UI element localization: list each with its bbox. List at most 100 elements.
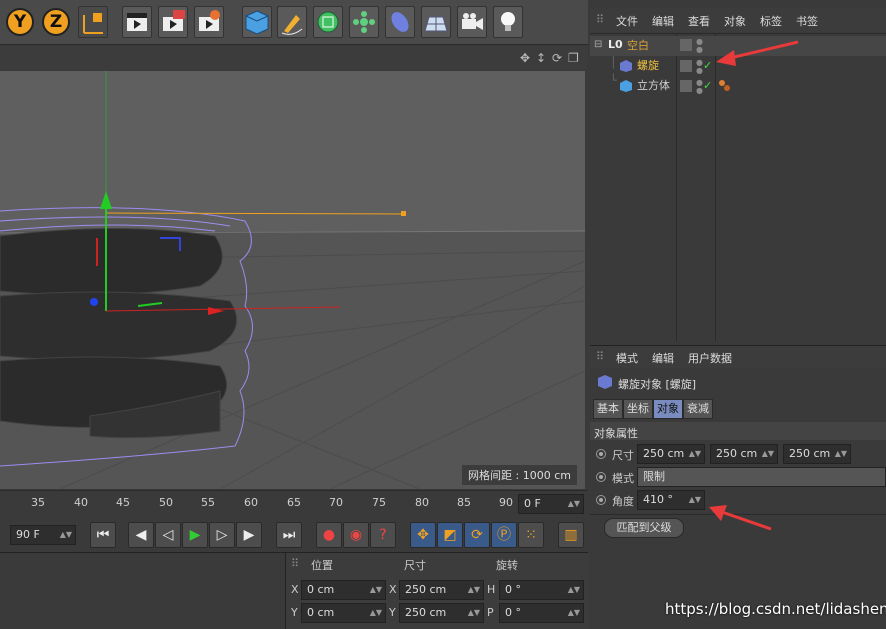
menu-mode[interactable]: 模式	[616, 350, 638, 366]
render-view-button[interactable]	[122, 6, 152, 38]
previous-frame-button[interactable]: ◁	[155, 522, 181, 548]
camera-icon	[462, 13, 483, 30]
render-viewer-icon	[163, 10, 185, 31]
rotate-view-icon[interactable]: ⟳	[552, 51, 562, 65]
deformer-icon	[391, 12, 409, 32]
toggle-view-icon[interactable]: ❐	[568, 51, 579, 65]
menu-edit[interactable]: 编辑	[652, 350, 674, 366]
menu-view[interactable]: 查看	[688, 13, 710, 29]
animate-mode-radio[interactable]	[596, 472, 606, 482]
position-header: 位置	[311, 559, 333, 572]
position-y-value: 0 cm	[307, 606, 335, 619]
record-keys-button[interactable]: ●	[316, 522, 342, 548]
position-y-field[interactable]: 0 cm ▲▼	[301, 603, 386, 623]
position-x-field[interactable]: 0 cm ▲▼	[301, 580, 386, 600]
end-frame-field[interactable]: 90 F ▲▼	[10, 525, 76, 545]
material-tag-icon[interactable]	[718, 79, 732, 96]
render-settings-button[interactable]	[194, 6, 224, 38]
move-view-icon[interactable]: ✥	[520, 51, 530, 65]
menu-bookmarks[interactable]: 书签	[796, 13, 818, 29]
menu-object[interactable]: 对象	[724, 13, 746, 29]
visibility-dots-icon[interactable]: ● ●	[696, 59, 703, 75]
attribute-manager-menu: ⠿ 模式 编辑 用户数据	[590, 345, 886, 368]
mode-select[interactable]: 限制	[637, 467, 886, 487]
go-to-end-button[interactable]: ⏭	[276, 522, 302, 548]
key-pla-button[interactable]: ⁙	[518, 522, 544, 548]
axis-label: H	[487, 583, 496, 596]
menu-edit[interactable]: 编辑	[652, 13, 674, 29]
current-frame-field[interactable]: 0 F ▲▼	[518, 494, 584, 514]
auto-key-button[interactable]: ◉	[343, 522, 369, 548]
tab-coordinates[interactable]: 坐标	[623, 399, 653, 419]
size-label: 尺寸	[612, 449, 634, 462]
next-frame-button[interactable]: ▷	[209, 522, 235, 548]
pen-tool-button[interactable]	[277, 6, 307, 38]
parameter-icon: Ⓟ	[497, 527, 511, 543]
size-x-input[interactable]: 250 cm ▲▼	[637, 444, 705, 464]
scale-icon: ◩	[443, 527, 457, 543]
cloner-icon	[353, 11, 375, 33]
record-icon: ●	[322, 527, 336, 543]
rotation-p-field[interactable]: 0 ° ▲▼	[499, 603, 584, 623]
key-scale-button[interactable]: ◩	[437, 522, 463, 548]
render-toggle-icon[interactable]	[680, 39, 692, 51]
angle-input[interactable]: 410 ° ▲▼	[637, 490, 705, 510]
step-forward-icon: ▷	[216, 527, 228, 543]
timeline-tick: 40	[74, 496, 88, 509]
size-x-field[interactable]: 250 cm ▲▼	[399, 580, 484, 600]
render-toggle-icon[interactable]	[680, 60, 692, 72]
size-y-input[interactable]: 250 cm ▲▼	[710, 444, 778, 464]
tab-falloff[interactable]: 衰减	[683, 399, 713, 419]
rotation-h-field[interactable]: 0 ° ▲▼	[499, 580, 584, 600]
light-button[interactable]	[493, 6, 523, 38]
coordinate-system-button[interactable]	[78, 6, 108, 38]
visibility-dots-icon[interactable]: ● ●	[696, 79, 703, 95]
render-toggle-icon[interactable]	[680, 80, 692, 92]
object-row-cube[interactable]: └ 立方体 ● ● ✓	[590, 74, 886, 96]
collapse-icon[interactable]: ⊟	[594, 39, 602, 50]
timeline-window-button[interactable]: ▥	[558, 522, 584, 548]
cube-tool-button[interactable]	[242, 6, 272, 38]
size-z-input[interactable]: 250 cm ▲▼	[783, 444, 851, 464]
next-key-button[interactable]: ▶	[236, 522, 262, 548]
cloner-button[interactable]	[349, 6, 379, 38]
render-picture-viewer-button[interactable]	[158, 6, 188, 38]
size-header: 尺寸	[404, 559, 426, 572]
helix-spline-icon	[598, 375, 612, 392]
keyframe-selection-button[interactable]: ?	[370, 522, 396, 548]
viewport-header: ✥ ↕ ⟳ ❐	[0, 46, 588, 70]
fit-to-parent-button[interactable]: 匹配到父级	[604, 518, 684, 538]
end-frame-value: 90 F	[16, 528, 40, 541]
menu-tags[interactable]: 标签	[760, 13, 782, 29]
zoom-view-icon[interactable]: ↕	[536, 51, 546, 65]
play-button[interactable]: ▶	[182, 522, 208, 548]
enabled-check-icon[interactable]: ✓	[703, 59, 712, 72]
rotate-icon: ⟳	[471, 527, 483, 543]
animate-size-radio[interactable]	[596, 449, 606, 459]
tab-basic[interactable]: 基本	[593, 399, 623, 419]
visibility-dots-icon[interactable]: ● ●	[696, 38, 703, 54]
key-rotation-button[interactable]: ⟳	[464, 522, 490, 548]
next-key-icon: ▶	[243, 527, 255, 543]
mode-label: 模式	[612, 472, 634, 485]
floor-button[interactable]	[421, 6, 451, 38]
enabled-check-icon[interactable]: ✓	[703, 79, 712, 92]
size-y-field[interactable]: 250 cm ▲▼	[399, 603, 484, 623]
menu-user-data[interactable]: 用户数据	[688, 350, 732, 366]
subdivision-button[interactable]	[313, 6, 343, 38]
panel-grip-icon: ⠿	[596, 13, 605, 26]
z-axis-lock-button[interactable]: Z	[42, 8, 70, 36]
key-parameter-button[interactable]: Ⓟ	[491, 522, 517, 548]
previous-key-button[interactable]: ◀	[128, 522, 154, 548]
tab-object[interactable]: 对象	[653, 399, 683, 419]
key-position-button[interactable]: ✥	[410, 522, 436, 548]
go-to-start-button[interactable]: ⏮	[90, 522, 116, 548]
y-axis-lock-button[interactable]: Y	[6, 8, 34, 36]
timeline-tick: 55	[201, 496, 215, 509]
menu-file[interactable]: 文件	[616, 13, 638, 29]
camera-button[interactable]	[457, 6, 487, 38]
timeline-ruler[interactable]: 35 40 45 50 55 60 65 70 75 80 85 90 0 F ▲…	[0, 490, 588, 519]
deformer-button[interactable]	[385, 6, 415, 38]
3d-viewport[interactable]: 网格间距 : 1000 cm	[0, 71, 585, 489]
animate-angle-radio[interactable]	[596, 495, 606, 505]
